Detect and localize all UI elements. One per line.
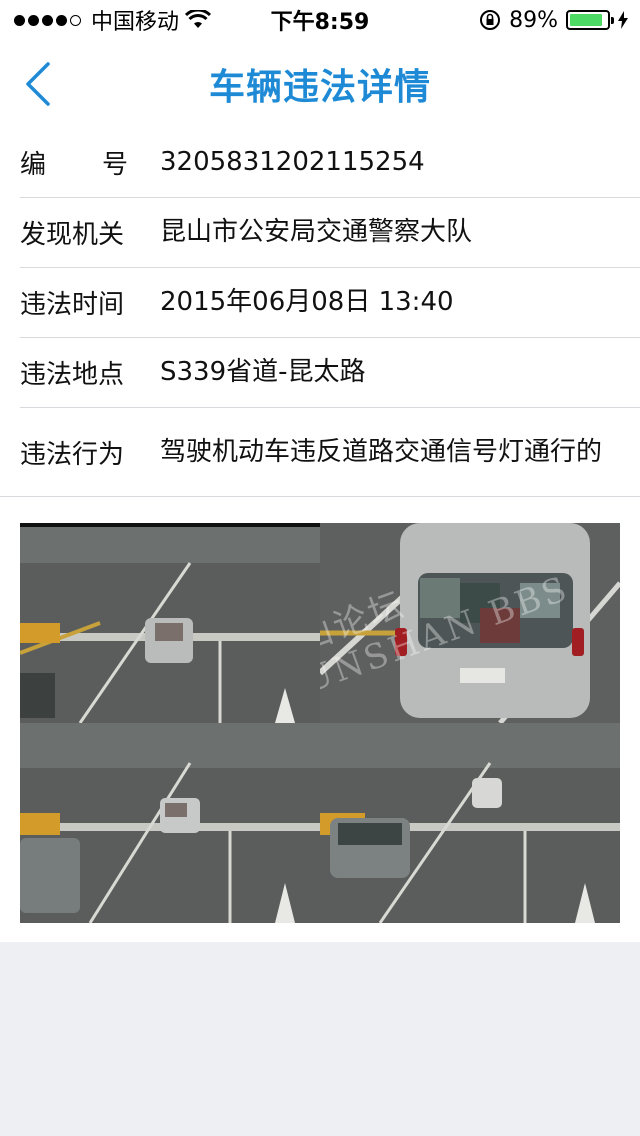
signal-strength-icon (14, 14, 81, 26)
detail-row-time: 违法时间 2015年06月08日 13:40 (20, 268, 640, 338)
detail-row-number: 编 号 3205831202115254 (20, 128, 640, 198)
evidence-photo-4[interactable] (320, 723, 620, 923)
orientation-lock-icon (480, 10, 501, 30)
charging-bolt-icon (618, 11, 628, 29)
back-button[interactable] (14, 54, 62, 114)
behavior-value: 驾驶机动车违反道路交通信号灯通行的 (160, 436, 603, 467)
location-value: S339省道-昆太路 (160, 357, 366, 388)
number-label: 编 号 (20, 150, 128, 180)
authority-label: 发现机关 (20, 220, 125, 250)
page-title: 车辆违法详情 (208, 67, 431, 108)
evidence-photo-2[interactable]: 昆山论坛 KUNSHAN BBS (320, 523, 620, 723)
detail-row-authority: 发现机关 昆山市公安局交通警察大队 (20, 198, 640, 268)
time-value: 2015年06月08日 13:40 (160, 287, 454, 318)
evidence-photo-grid[interactable]: 昆山论坛 KUNSHAN BBS (20, 523, 620, 923)
navigation-bar: 车辆违法详情 (0, 40, 640, 128)
location-label: 违法地点 (20, 360, 125, 390)
detail-row-behavior: 违法行为 驾驶机动车违反道路交通信号灯通行的 (20, 408, 640, 496)
battery-percent: 89% (509, 7, 558, 33)
evidence-photo-section: 昆山论坛 KUNSHAN BBS (0, 496, 640, 942)
time-label: 违法时间 (20, 290, 125, 320)
number-value: 3205831202115254 (160, 147, 425, 178)
battery-icon (566, 10, 614, 30)
violation-detail-list: 编 号 3205831202115254 发现机关 昆山市公安局交通警察大队 违… (0, 128, 640, 496)
authority-value: 昆山市公安局交通警察大队 (160, 217, 473, 248)
evidence-photo-1[interactable] (20, 523, 320, 723)
behavior-label: 违法行为 (20, 439, 125, 470)
chevron-left-icon (26, 62, 50, 106)
carrier-signal: 中国移动 (14, 4, 212, 36)
carrier-name: 中国移动 (91, 10, 180, 35)
detail-row-location: 违法地点 S339省道-昆太路 (20, 338, 640, 408)
wifi-icon (185, 10, 212, 28)
status-bar: 中国移动 下午8:59 89% (0, 0, 640, 40)
status-right: 89% (479, 8, 628, 33)
evidence-photo-3[interactable] (20, 723, 320, 923)
